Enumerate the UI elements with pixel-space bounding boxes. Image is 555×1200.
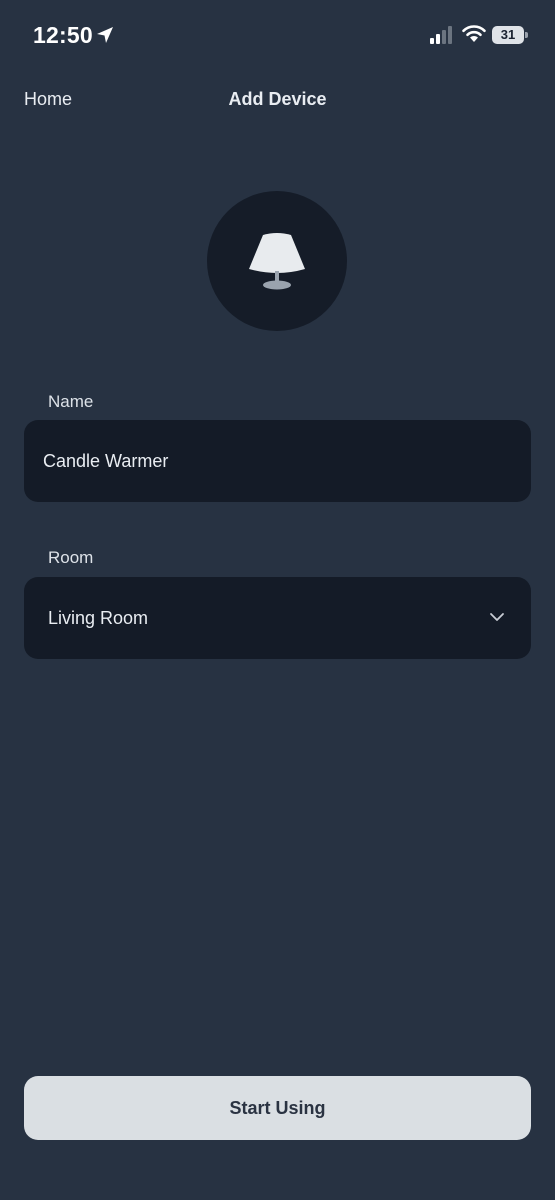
wifi-icon (462, 25, 486, 42)
name-field[interactable] (24, 420, 531, 502)
room-label: Room (48, 548, 94, 567)
page-title: Add Device (228, 89, 327, 109)
battery-level: 31 (500, 27, 516, 42)
room-selected-value: Living Room (48, 608, 149, 628)
name-label: Name (48, 392, 94, 411)
cellular-signal-icon (430, 26, 452, 44)
start-using-button[interactable]: Start Using (24, 1076, 531, 1140)
chevron-down-icon (490, 613, 504, 621)
status-bar: 12:50 31 (0, 0, 555, 70)
location-arrow-icon (97, 27, 113, 43)
lamp-icon (249, 233, 305, 290)
battery-icon: 31 (492, 26, 528, 44)
status-time: 12:50 (33, 22, 93, 48)
name-input[interactable] (43, 420, 513, 502)
room-select[interactable]: Living Room (24, 577, 531, 659)
device-icon-badge (207, 191, 347, 331)
